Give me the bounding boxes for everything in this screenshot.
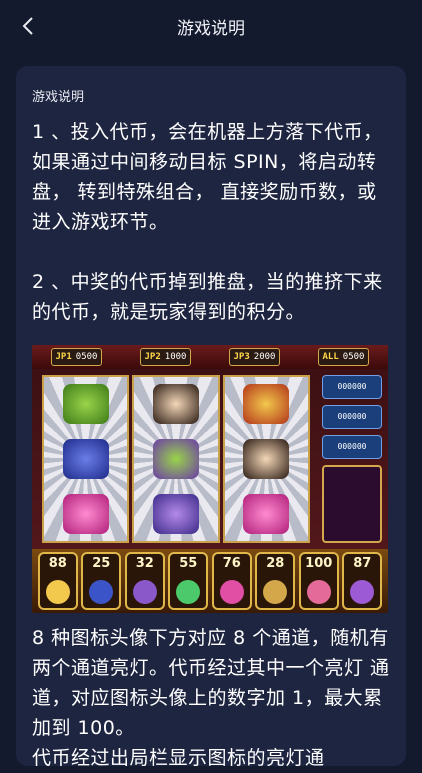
crystal-ball-icon xyxy=(176,580,201,604)
paragraph-4: 代币经过出局栏显示图标的亮灯通 xyxy=(32,747,325,769)
channel-cell: 88 xyxy=(37,552,78,610)
reel xyxy=(132,375,220,543)
coin-icon xyxy=(45,580,70,604)
side-panel: 000000 000000 000000 xyxy=(322,375,382,543)
gem-icon xyxy=(62,384,109,425)
channel-row: 88 25 32 55 76 28 100 87 xyxy=(32,549,388,613)
channel-cell: 87 xyxy=(342,552,383,610)
magic-hat-icon xyxy=(322,465,382,543)
jackpot-2: JP2 1000 xyxy=(139,348,192,366)
channel-cell: 76 xyxy=(211,552,252,610)
jackpot-3: JP3 2000 xyxy=(228,348,281,366)
game-screenshot: JP1 0500 JP2 1000 JP3 2000 ALL 0500 0000… xyxy=(32,345,388,613)
instructions-card: 游戏说明 1 、投入代币，会在机器上方落下代币，如果通过中间移动目标 SPIN，… xyxy=(16,66,406,769)
gem-icon xyxy=(152,438,199,479)
jackpot-all: ALL 0500 xyxy=(317,348,370,366)
paragraph-2: 2 、中奖的代币掉到推盘，当的推挤下来的代币，就是玩家得到的积分。 xyxy=(32,271,383,323)
page-title: 游戏说明 xyxy=(177,19,245,39)
top-bar: 游戏说明 xyxy=(0,0,422,52)
mirror-icon xyxy=(263,580,288,604)
gem-icon xyxy=(152,493,199,534)
gem-icon xyxy=(350,580,375,604)
magic-hat-icon xyxy=(89,580,114,604)
gem-icon xyxy=(219,580,244,604)
magic-hat-icon xyxy=(62,438,109,479)
side-counter: 000000 xyxy=(322,435,382,459)
orb-icon xyxy=(132,580,157,604)
channel-cell: 55 xyxy=(168,552,209,610)
jackpot-1: JP1 0500 xyxy=(50,348,103,366)
potion-icon xyxy=(62,493,109,534)
paragraph-3: 8 种图标头像下方对应 8 个通道，随机有两个通道亮灯。代币经过其中一个亮灯 通… xyxy=(32,627,390,739)
witch-icon xyxy=(152,384,199,425)
card-heading: 游戏说明 xyxy=(32,90,85,105)
witch-icon xyxy=(243,438,290,479)
potion-icon xyxy=(243,493,290,534)
slot-reels xyxy=(42,375,310,543)
side-counter: 000000 xyxy=(322,405,382,429)
reel xyxy=(222,375,310,543)
side-counter: 000000 xyxy=(322,375,382,399)
jackpot-bar: JP1 0500 JP2 1000 JP3 2000 ALL 0500 xyxy=(32,345,388,369)
potion-icon xyxy=(306,580,331,604)
card-icon xyxy=(243,384,290,425)
paragraph-1: 1 、投入代币，会在机器上方落下代币，如果通过中间移动目标 SPIN，将启动转盘… xyxy=(32,121,383,233)
channel-cell: 28 xyxy=(255,552,296,610)
channel-cell: 32 xyxy=(124,552,165,610)
channel-cell: 100 xyxy=(298,552,339,610)
reel xyxy=(42,375,130,543)
channel-cell: 25 xyxy=(81,552,122,610)
